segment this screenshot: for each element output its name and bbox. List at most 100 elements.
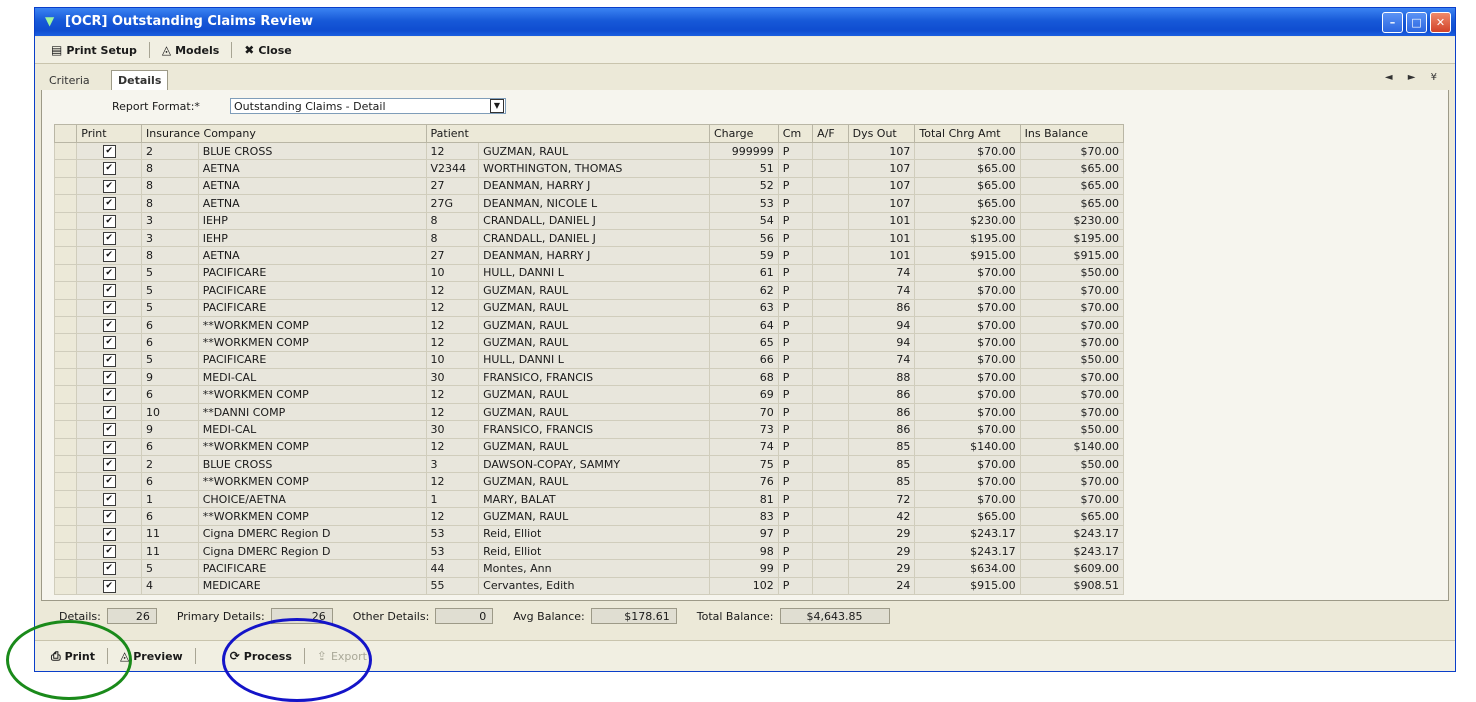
table-cell[interactable]: 12 bbox=[425, 298, 480, 317]
table-cell[interactable]: HULL, DANNI L bbox=[478, 350, 710, 370]
table-cell[interactable]: $70.00 bbox=[914, 472, 1021, 491]
table-cell[interactable]: 88 bbox=[847, 368, 916, 387]
table-cell[interactable]: 51 bbox=[708, 159, 779, 178]
table-cell[interactable]: 55 bbox=[425, 576, 480, 596]
table-cell[interactable]: P bbox=[777, 263, 814, 283]
table-cell[interactable]: **WORKMEN COMP bbox=[197, 315, 427, 335]
checkbox[interactable]: ✔ bbox=[102, 301, 116, 315]
table-cell[interactable]: P bbox=[777, 385, 814, 404]
checkbox[interactable]: ✔ bbox=[102, 579, 116, 593]
checkbox[interactable]: ✔ bbox=[102, 144, 116, 158]
row-header[interactable] bbox=[53, 507, 78, 526]
title-bar[interactable]: ▼ [OCR] Outstanding Claims Review – □ ✕ bbox=[35, 8, 1455, 36]
print-checkbox-cell[interactable]: ✔ bbox=[76, 263, 143, 283]
table-cell[interactable]: Montes, Ann bbox=[478, 559, 710, 578]
table-cell[interactable]: 5 bbox=[141, 281, 199, 300]
table-cell[interactable]: $243.17 bbox=[914, 524, 1021, 543]
table-cell[interactable]: $70.00 bbox=[1019, 315, 1125, 335]
table-cell[interactable]: 12 bbox=[425, 472, 480, 491]
table-cell[interactable]: MEDI-CAL bbox=[197, 368, 427, 387]
table-cell[interactable]: 3 bbox=[141, 228, 199, 248]
row-header[interactable] bbox=[53, 368, 78, 387]
table-cell[interactable]: 10 bbox=[425, 350, 480, 370]
process-button[interactable]: ⟳ Process bbox=[222, 648, 300, 665]
table-cell[interactable]: 8 bbox=[141, 246, 199, 265]
table-cell[interactable]: 12 bbox=[425, 385, 480, 404]
table-cell[interactable]: 2 bbox=[141, 455, 199, 474]
row-header[interactable] bbox=[53, 141, 78, 161]
table-cell[interactable]: V2344 bbox=[425, 159, 480, 178]
checkbox[interactable]: ✔ bbox=[102, 197, 116, 211]
table-cell[interactable]: 12 bbox=[425, 141, 480, 161]
table-cell[interactable]: P bbox=[777, 194, 814, 213]
table-cell[interactable] bbox=[812, 437, 849, 457]
print-checkbox-cell[interactable]: ✔ bbox=[76, 176, 143, 196]
table-cell[interactable]: 86 bbox=[847, 420, 916, 439]
table-cell[interactable]: MARY, BALAT bbox=[478, 489, 710, 509]
print-checkbox-cell[interactable]: ✔ bbox=[76, 507, 143, 526]
table-cell[interactable] bbox=[812, 368, 849, 387]
table-cell[interactable]: $70.00 bbox=[1019, 402, 1125, 422]
checkbox[interactable]: ✔ bbox=[102, 457, 116, 471]
checkbox[interactable]: ✔ bbox=[102, 336, 116, 350]
table-cell[interactable] bbox=[812, 559, 849, 578]
table-cell[interactable]: 75 bbox=[708, 455, 779, 474]
table-row[interactable]: ✔ 4 MEDICARE 55 Cervantes, Edith 102 P 24 $915.0… bbox=[53, 576, 1125, 596]
table-cell[interactable]: 66 bbox=[708, 350, 779, 370]
print-setup-button[interactable]: ▤ Print Setup bbox=[43, 42, 145, 59]
table-cell[interactable]: Cigna DMERC Region D bbox=[197, 524, 427, 543]
row-header[interactable] bbox=[53, 472, 78, 491]
row-header[interactable] bbox=[53, 524, 78, 543]
table-cell[interactable]: 107 bbox=[847, 194, 916, 213]
table-cell[interactable] bbox=[812, 281, 849, 300]
table-row[interactable]: ✔ 8 AETNA 27G DEANMAN, NICOLE L 53 P 107 $65.00 $… bbox=[53, 194, 1125, 213]
table-cell[interactable]: 1 bbox=[425, 489, 480, 509]
table-cell[interactable]: 42 bbox=[847, 507, 916, 526]
print-checkbox-cell[interactable]: ✔ bbox=[76, 420, 143, 439]
table-cell[interactable] bbox=[812, 489, 849, 509]
table-cell[interactable]: 94 bbox=[847, 315, 916, 335]
table-cell[interactable]: GUZMAN, RAUL bbox=[478, 507, 710, 526]
table-cell[interactable]: 1 bbox=[141, 489, 199, 509]
row-header[interactable] bbox=[53, 159, 78, 178]
table-cell[interactable]: 30 bbox=[425, 368, 480, 387]
row-header[interactable] bbox=[53, 489, 78, 509]
row-header[interactable] bbox=[53, 559, 78, 578]
table-cell[interactable]: $70.00 bbox=[914, 489, 1021, 509]
table-cell[interactable]: $70.00 bbox=[1019, 281, 1125, 300]
row-header[interactable] bbox=[53, 402, 78, 422]
table-cell[interactable]: 74 bbox=[847, 263, 916, 283]
table-cell[interactable]: 27 bbox=[425, 246, 480, 265]
table-cell[interactable]: PACIFICARE bbox=[197, 298, 427, 317]
row-header[interactable] bbox=[53, 298, 78, 317]
table-cell[interactable]: P bbox=[777, 350, 814, 370]
table-cell[interactable]: 85 bbox=[847, 472, 916, 491]
table-cell[interactable]: 101 bbox=[847, 228, 916, 248]
table-cell[interactable]: Reid, Elliot bbox=[478, 524, 710, 543]
table-cell[interactable]: PACIFICARE bbox=[197, 263, 427, 283]
table-cell[interactable]: **WORKMEN COMP bbox=[197, 472, 427, 491]
table-cell[interactable]: $65.00 bbox=[914, 176, 1021, 196]
table-cell[interactable]: 86 bbox=[847, 402, 916, 422]
row-header[interactable] bbox=[53, 281, 78, 300]
table-row[interactable]: ✔ 3 IEHP 8 CRANDALL, DANIEL J 56 P 101 $195.00 $1… bbox=[53, 228, 1125, 248]
table-row[interactable]: ✔ 5 PACIFICARE 12 GUZMAN, RAUL 62 P 74 $70.00 $70… bbox=[53, 281, 1125, 300]
print-checkbox-cell[interactable]: ✔ bbox=[76, 541, 143, 561]
table-cell[interactable]: CRANDALL, DANIEL J bbox=[478, 228, 710, 248]
table-cell[interactable]: $915.00 bbox=[914, 246, 1021, 265]
table-row[interactable]: ✔ 9 MEDI-CAL 30 FRANSICO, FRANCIS 68 P 88 $70.00… bbox=[53, 368, 1125, 387]
table-row[interactable]: ✔ 8 AETNA 27 DEANMAN, HARRY J 52 P 107 $65.00 $65… bbox=[53, 176, 1125, 196]
table-cell[interactable]: GUZMAN, RAUL bbox=[478, 281, 710, 300]
table-cell[interactable]: FRANSICO, FRANCIS bbox=[478, 368, 710, 387]
table-cell[interactable] bbox=[812, 228, 849, 248]
close-button[interactable]: ✖ Close bbox=[236, 42, 299, 59]
table-cell[interactable]: 12 bbox=[425, 281, 480, 300]
table-cell[interactable]: **WORKMEN COMP bbox=[197, 437, 427, 457]
table-cell[interactable]: PACIFICARE bbox=[197, 281, 427, 300]
table-cell[interactable]: 54 bbox=[708, 211, 779, 230]
table-cell[interactable]: 11 bbox=[141, 541, 199, 561]
table-cell[interactable]: 3 bbox=[425, 455, 480, 474]
table-cell[interactable]: Cervantes, Edith bbox=[478, 576, 710, 596]
table-cell[interactable]: P bbox=[777, 489, 814, 509]
checkbox[interactable]: ✔ bbox=[102, 162, 116, 176]
